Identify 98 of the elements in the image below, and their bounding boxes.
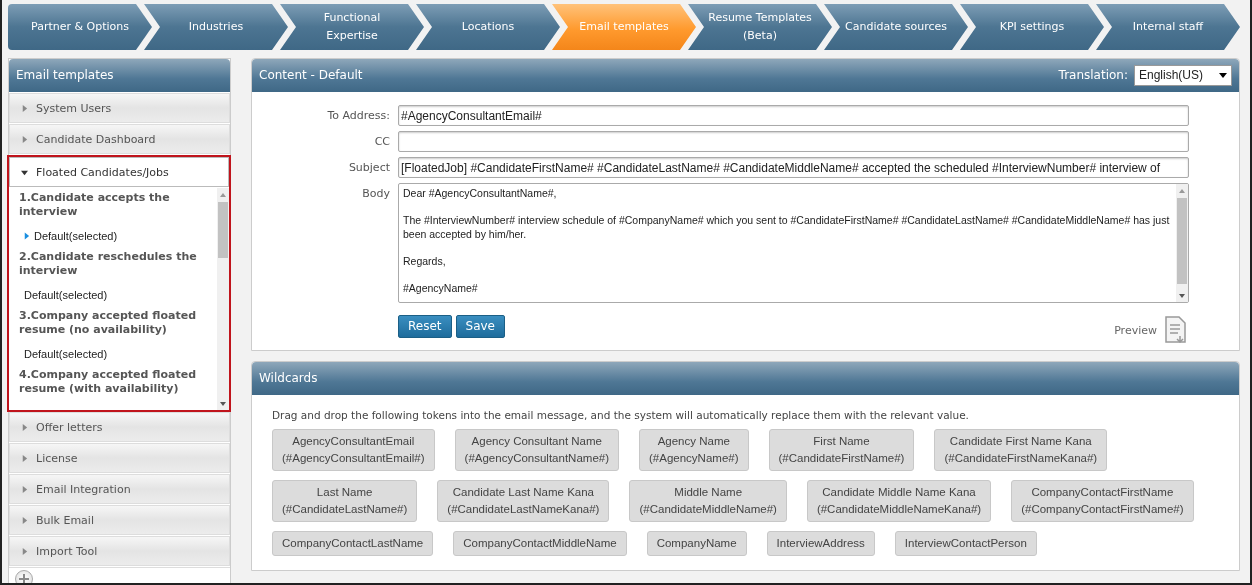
token-name: AgencyConsultantEmail <box>291 434 416 449</box>
token-chip[interactable]: First Name (#CandidateFirstName#) <box>768 429 915 471</box>
token-chip[interactable]: Candidate First Name Kana (#CandidateFirstNameKana#) <box>934 429 1108 471</box>
panel-title: Content - Default <box>259 67 363 84</box>
sidebar-item[interactable]: Email Integration <box>9 474 230 504</box>
nav-tab[interactable]: Resume Templates (Beta) <box>688 4 832 50</box>
token-chip[interactable]: InterviewAddress <box>766 531 875 556</box>
token-code: (#AgencyName#) <box>649 451 739 466</box>
caret-down-icon <box>1219 71 1227 79</box>
nav-tab[interactable]: Partner & Options <box>8 4 152 50</box>
caret-right-icon <box>23 231 30 241</box>
token-code: (#CompanyContactFirstName#) <box>1021 502 1184 517</box>
token-name: Candidate First Name Kana <box>948 434 1093 449</box>
token-chip[interactable]: InterviewContactPerson <box>894 531 1037 556</box>
field-label: To Address: <box>326 108 390 122</box>
nav-tab[interactable]: Internal staff <box>1096 4 1240 50</box>
token-name: Candidate Last Name Kana <box>451 485 595 500</box>
input-field[interactable] <box>398 131 1189 152</box>
sidebar-item[interactable]: Candidate Dashboard <box>9 124 230 154</box>
body-field[interactable] <box>398 183 1189 303</box>
template-heading[interactable]: 4.Company accepted floated resume (with availability) <box>19 365 213 402</box>
token-name: InterviewContactPerson <box>904 536 1027 551</box>
scrollbar[interactable] <box>1176 184 1188 302</box>
caret-right-icon <box>21 516 28 524</box>
input-field[interactable]: [FloatedJob] #CandidateFirstName# #CandidateLastName# #CandidateMiddleName# accepted the scheduled #InterviewNumber# interview of <box>398 157 1189 178</box>
sidebar-item[interactable]: System Users <box>9 93 230 123</box>
token-code: (#CandidateLastName#) <box>282 502 408 517</box>
field-label: CC <box>373 134 390 148</box>
token-name: Middle Name <box>673 485 744 500</box>
template-heading[interactable]: 1.Candidate accepts the interview <box>19 188 213 225</box>
token-code: (#CandidateFirstName#) <box>778 451 905 466</box>
token-code: (#AgencyConsultantEmail#) <box>282 451 425 466</box>
document-icon[interactable] <box>1163 316 1189 344</box>
token-name: CompanyContactLastName <box>282 536 424 551</box>
nav-tab[interactable]: Industries <box>144 4 288 50</box>
token-name: Agency Consultant Name <box>470 434 603 449</box>
token-name: Last Name <box>315 485 374 500</box>
token-chip[interactable]: CompanyContactFirstName (#CompanyContactFirstName#) <box>1011 480 1194 522</box>
panel-header: Email templates <box>9 59 230 92</box>
body-text: Dear #AgencyConsultantName#, <box>403 187 558 201</box>
sidebar-item[interactable]: Import Tool <box>9 536 230 566</box>
template-item[interactable]: Default(selected) <box>19 225 213 247</box>
token-name: InterviewAddress <box>776 536 865 551</box>
scrollbar[interactable] <box>217 188 229 410</box>
body-text: The #InterviewNumber# interview schedule of #CompanyName# which you sent to #CandidateFirstName# #CandidateLastName# #CandidateMiddleName# has just been accepted by him/her. <box>403 214 1171 241</box>
token-chip[interactable]: CompanyContactMiddleName <box>453 531 627 556</box>
token-chip[interactable]: AgencyConsultantEmail (#AgencyConsultantEmail#) <box>272 429 435 471</box>
action-button[interactable]: Save <box>455 314 505 338</box>
template-heading[interactable]: 3.Company accepted floated resume (no availability) <box>19 306 213 343</box>
panel-header: Wildcards <box>252 362 1239 395</box>
input-field[interactable]: #AgencyConsultantEmail# <box>398 105 1189 126</box>
body-text: Regards, <box>403 254 447 268</box>
token-code: (#CandidateMiddleNameKana#) <box>816 502 982 517</box>
token-chip[interactable]: Last Name (#CandidateLastName#) <box>272 480 418 522</box>
sidebar-item[interactable]: Floated Candidates/Jobs <box>9 157 229 187</box>
token-chip[interactable]: Candidate Middle Name Kana (#CandidateMiddleNameKana#) <box>806 480 992 522</box>
caret-right-icon <box>21 485 28 493</box>
translation-label: Translation: <box>1058 67 1128 84</box>
template-item[interactable]: Default(selected) <box>19 343 213 365</box>
nav-tab[interactable]: Locations <box>416 4 560 50</box>
language-dropdown[interactable]: English(US) <box>1134 65 1232 86</box>
field-label: Subject <box>347 160 390 174</box>
action-button[interactable]: Reset <box>398 314 452 338</box>
token-chip[interactable]: CompanyContactLastName <box>272 531 434 556</box>
token-name: CompanyContactMiddleName <box>463 536 617 551</box>
field-label: Body <box>361 186 390 200</box>
caret-right-icon <box>21 454 28 462</box>
token-name: CompanyName <box>656 536 737 551</box>
token-name: Candidate Middle Name Kana <box>821 485 977 500</box>
body-text: #AgencyName# <box>403 281 479 295</box>
token-name: Agency Name <box>656 434 731 449</box>
caret-right-icon <box>21 135 28 143</box>
sidebar-item[interactable]: Offer letters <box>9 412 230 442</box>
template-item[interactable]: Default(selected) <box>19 284 213 306</box>
token-chip[interactable]: Agency Name (#AgencyName#) <box>639 429 749 471</box>
caret-right-icon <box>21 547 28 555</box>
token-code: (#CandidateLastNameKana#) <box>447 502 600 517</box>
token-chip[interactable]: CompanyName <box>646 531 747 556</box>
caret-right-icon <box>21 423 28 431</box>
token-name: First Name <box>812 434 871 449</box>
token-chip[interactable]: Agency Consultant Name (#AgencyConsultantName#) <box>454 429 619 471</box>
token-code: (#CandidateFirstNameKana#) <box>944 451 1098 466</box>
caret-right-icon <box>21 104 28 112</box>
instructions-text: Drag and drop the following tokens into the email message, and the system will automatically replace them with the relevant value. <box>272 409 970 421</box>
token-chip[interactable]: Candidate Last Name Kana (#CandidateLastNameKana#) <box>437 480 610 522</box>
nav-tab[interactable]: KPI settings <box>960 4 1104 50</box>
nav-tab[interactable]: Candidate sources <box>824 4 968 50</box>
caret-down-icon <box>21 168 28 176</box>
token-code: (#CandidateMiddleName#) <box>639 502 777 517</box>
add-icon[interactable] <box>15 570 33 583</box>
sidebar-item[interactable]: Bulk Email <box>9 505 230 535</box>
token-chip[interactable]: Middle Name (#CandidateMiddleName#) <box>629 480 787 522</box>
preview-link[interactable]: Preview <box>1114 323 1157 337</box>
nav-tab[interactable]: Functional Expertise <box>280 4 424 50</box>
template-heading[interactable]: 2.Candidate reschedules the interview <box>19 247 213 284</box>
sidebar-item[interactable]: License <box>9 443 230 473</box>
token-name: CompanyContactFirstName <box>1030 485 1175 500</box>
token-code: (#AgencyConsultantName#) <box>464 451 609 466</box>
